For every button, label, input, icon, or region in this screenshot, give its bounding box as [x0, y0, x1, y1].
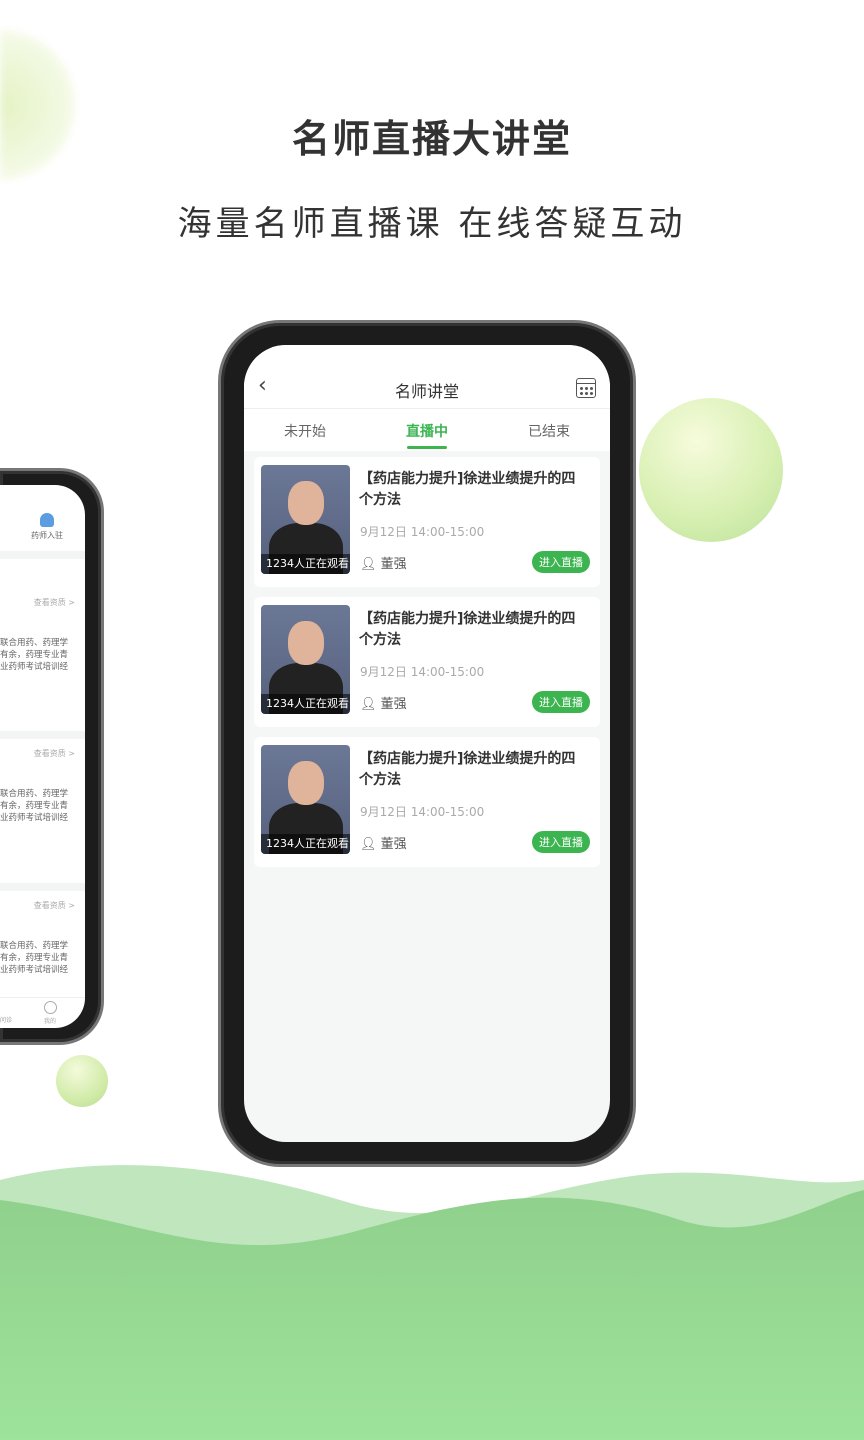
tab-not-started[interactable]: 未开始 — [244, 409, 366, 451]
course-title: 【药店能力提升]徐进业绩提升的四个方法 — [359, 611, 576, 648]
course-card[interactable]: 1234人正在观看 【药店能力提升]徐进业绩提升的四个方法 9月12日 14:0… — [254, 597, 600, 727]
user-icon: 👤︎ — [360, 697, 381, 712]
decor-sphere — [56, 1055, 108, 1107]
text-line: 联合用药、药理学 — [0, 789, 69, 799]
tab-live[interactable]: 直播中 — [366, 409, 488, 451]
text-line: 业药师考试培训经 — [0, 813, 69, 823]
smile-icon — [43, 1001, 57, 1014]
course-list: 1234人正在观看 【药店能力提升]徐进业绩提升的四个方法 9月12日 14:0… — [244, 451, 610, 883]
calendar-icon[interactable] — [576, 378, 596, 398]
course-title: 【药店能力提升]徐进业绩提升的四个方法 — [359, 751, 576, 788]
teacher-photo: 1234人正在观看 — [261, 745, 350, 854]
page-title: 名师讲堂 — [394, 382, 459, 401]
text-line: 联合用药、药理学 — [0, 638, 69, 648]
teacher-name: 董强 — [380, 697, 407, 712]
headline: 名师直播大讲堂 — [291, 117, 572, 161]
text-line: 业药师考试培训经 — [0, 662, 69, 672]
view-credentials-link[interactable]: 查看资质 > — [0, 597, 85, 608]
teacher-name: 董强 — [380, 837, 407, 852]
wave-background — [0, 1165, 864, 1440]
nav-bar: ‹ 名师讲堂 — [244, 345, 610, 409]
pharmacist-icon — [40, 513, 54, 527]
course-time: 9月12日 14:00-15:00 — [360, 805, 485, 819]
tab-bar: 未开始 直播中 已结束 — [244, 409, 610, 451]
text-line: 有余，药理专业青 — [0, 650, 69, 660]
enter-live-button[interactable]: 进入直播 — [532, 831, 590, 853]
view-credentials-link[interactable]: 查看资质 > — [0, 748, 85, 759]
teacher-name: 董强 — [380, 557, 407, 572]
secondary-phone-mockup: 药师入驻 查看资质 > 联合用药、药理学 有余，药理专业青 业药师考试培训经 查… — [0, 468, 104, 1045]
main-phone-mockup: ‹ 名师讲堂 未开始 直播中 已结束 1234人正在观看 【药店能力提升]徐进业… — [218, 320, 636, 1167]
enter-live-button[interactable]: 进入直播 — [532, 551, 590, 573]
teacher-photo: 1234人正在观看 — [261, 465, 350, 574]
decor-sphere — [639, 398, 783, 542]
teacher: 👤︎ 董强 — [360, 833, 407, 852]
tab-consult[interactable]: 问诊 — [0, 1015, 22, 1024]
user-icon: 👤︎ — [360, 557, 381, 572]
course-card[interactable]: 1234人正在观看 【药店能力提升]徐进业绩提升的四个方法 9月12日 14:0… — [254, 737, 600, 867]
tab-mine-label: 我的 — [43, 1018, 56, 1025]
viewer-count: 1234人正在观看 — [261, 834, 350, 854]
subheadline: 海量名师直播课 在线答疑互动 — [177, 204, 687, 244]
view-credentials-link[interactable]: 查看资质 > — [0, 900, 85, 911]
tab-mine[interactable]: 我的 — [41, 1001, 59, 1025]
teacher: 👤︎ 董强 — [360, 553, 407, 572]
course-time: 9月12日 14:00-15:00 — [360, 525, 485, 539]
course-card[interactable]: 1234人正在观看 【药店能力提升]徐进业绩提升的四个方法 9月12日 14:0… — [254, 457, 600, 587]
viewer-count: 1234人正在观看 — [261, 694, 350, 714]
teacher-photo: 1234人正在观看 — [261, 605, 350, 714]
teacher: 👤︎ 董强 — [360, 693, 407, 712]
text-line: 联合用药、药理学 — [0, 941, 69, 951]
viewer-count: 1234人正在观看 — [261, 554, 350, 574]
user-icon: 👤︎ — [360, 837, 381, 852]
text-line: 业药师考试培训经 — [0, 965, 69, 975]
text-line: 有余，药理专业青 — [0, 953, 69, 963]
enter-live-button[interactable]: 进入直播 — [532, 691, 590, 713]
pharmacist-join-label: 药师入驻 — [31, 531, 63, 540]
text-line: 有余，药理专业青 — [0, 801, 69, 811]
course-time: 9月12日 14:00-15:00 — [360, 665, 485, 679]
course-title: 【药店能力提升]徐进业绩提升的四个方法 — [359, 471, 576, 508]
tab-ended[interactable]: 已结束 — [488, 409, 610, 451]
